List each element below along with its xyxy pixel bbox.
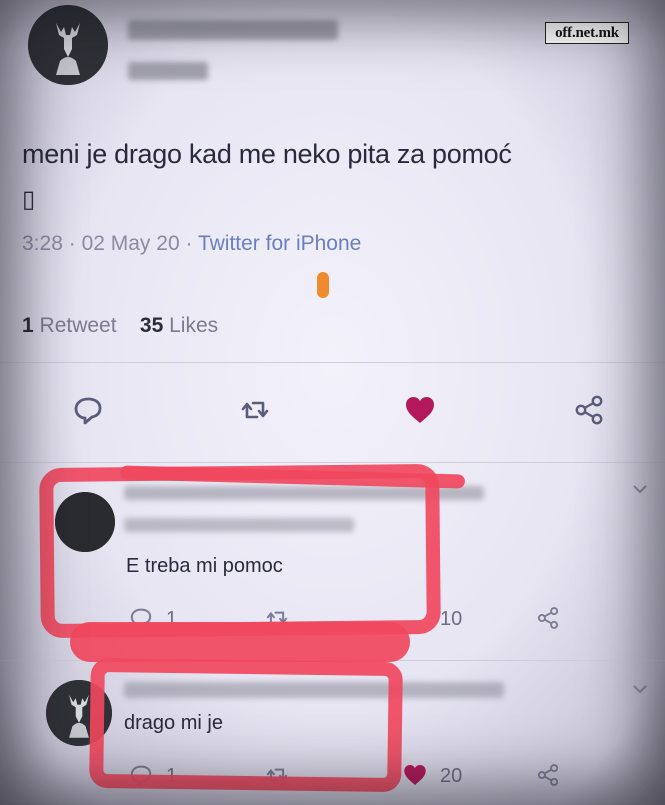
author-handle-redacted <box>128 62 208 80</box>
highlight-connector <box>70 622 410 662</box>
highlight-box-reply-2 <box>89 657 403 793</box>
chevron-down-icon[interactable] <box>632 684 648 694</box>
reply-button[interactable] <box>71 393 105 427</box>
divider <box>0 362 665 363</box>
share-icon <box>537 607 559 629</box>
share-icon <box>537 764 559 786</box>
retweet-count: 1 <box>22 314 34 337</box>
chevron-down-icon[interactable] <box>632 484 648 494</box>
highlight-box-reply-1 <box>39 463 441 639</box>
tweet-date: 02 May 20 <box>81 232 180 255</box>
tweet-body: meni je drago kad me neko pita za pomoć <box>22 139 512 169</box>
divider <box>0 462 665 463</box>
share-button[interactable] <box>535 605 561 631</box>
like-count: 35 <box>139 314 164 337</box>
tweet-meta: 3:28 · 02 May 20 · Twitter for iPhone <box>22 232 362 255</box>
tweet-time: 3:28 <box>22 232 63 255</box>
author-name-redacted <box>128 20 338 40</box>
tweet-stats: 1 Retweet 35 Likes <box>22 314 218 338</box>
share-button[interactable] <box>535 762 561 788</box>
author-avatar[interactable] <box>28 5 108 85</box>
tweet-text: meni je drago kad me neko pita za pomoć … <box>22 132 662 222</box>
reply-icon <box>74 397 102 425</box>
heart-icon <box>404 765 426 785</box>
like-count: 10 <box>440 608 463 630</box>
retweet-icon <box>241 401 269 419</box>
like-count: 20 <box>440 765 463 787</box>
retweet-label[interactable]: Retweet <box>40 314 117 337</box>
like-label[interactable]: Likes <box>169 314 218 337</box>
artifact-mark <box>317 272 329 298</box>
heart-icon <box>406 397 434 423</box>
watermark: off.net.mk <box>545 22 629 44</box>
share-button[interactable] <box>572 393 606 427</box>
retweet-button[interactable] <box>238 393 272 427</box>
share-icon <box>575 395 603 425</box>
emoji-placeholder: ▯ <box>22 186 35 213</box>
deer-icon <box>28 5 108 85</box>
like-button[interactable] <box>402 762 428 788</box>
like-button[interactable] <box>403 393 437 427</box>
tweet-source[interactable]: Twitter for iPhone <box>198 232 361 255</box>
